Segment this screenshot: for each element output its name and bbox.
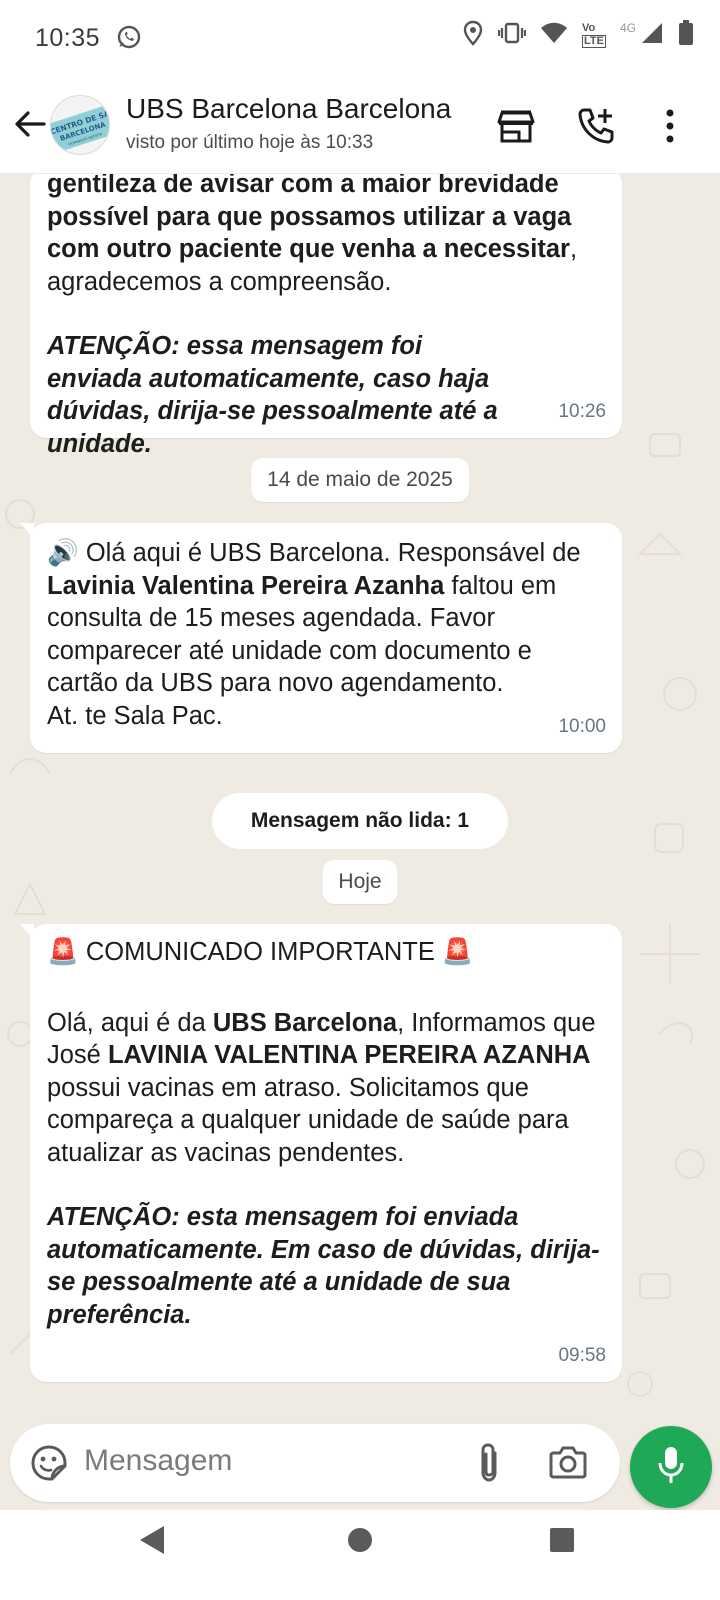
message-warning-text: ATENÇÃO: esta mensagem foi enviada autom… [47, 1203, 600, 1329]
attach-icon[interactable] [476, 1442, 502, 1489]
back-triangle-icon[interactable] [139, 1525, 165, 1560]
volte-badge: Vo LTE [582, 22, 606, 48]
back-arrow-icon[interactable] [10, 104, 50, 144]
home-circle-icon[interactable] [347, 1527, 373, 1558]
message-bold-name: Lavinia Valentina Pereira Azanha [47, 571, 445, 600]
bubble-tail [20, 924, 34, 940]
message-title: 🚨 COMUNICADO IMPORTANTE 🚨 [47, 938, 474, 966]
more-vert-icon[interactable] [648, 104, 692, 148]
date-separator: 14 de maio de 2025 [251, 458, 469, 502]
message-bubble[interactable]: 🔊 Olá aqui é UBS Barcelona. Responsável … [20, 523, 622, 753]
message-text: possui vacinas em atraso. Solicitamos qu… [47, 1073, 569, 1167]
wifi-icon [540, 22, 568, 49]
message-input-placeholder[interactable]: Mensagem [84, 1444, 232, 1478]
chat-area[interactable]: gentileza de avisar com a maior brevidad… [0, 174, 720, 1424]
message-text: Olá aqui é UBS Barcelona. Responsável de [78, 539, 581, 567]
location-icon [462, 20, 484, 51]
signal-icon [640, 21, 664, 50]
last-seen-status: visto por último hoje às 10:33 [126, 132, 374, 153]
message-bold-name: LAVINIA VALENTINA PEREIRA AZANHA [107, 1041, 591, 1069]
vibrate-icon [497, 22, 527, 49]
composer-bar: Mensagem [0, 1424, 720, 1510]
message-bubble[interactable]: 🚨 COMUNICADO IMPORTANTE 🚨 Olá, aqui é da… [20, 924, 622, 1382]
contact-name[interactable]: UBS Barcelona Barcelona [126, 93, 451, 125]
avatar[interactable]: CENTRO DE SA BARCELONA DOMINGOS BATISTA [50, 95, 110, 155]
message-warning-text: ATENÇÃO: essa mensagem foi enviada autom… [47, 332, 498, 458]
chat-header: CENTRO DE SA BARCELONA DOMINGOS BATISTA … [0, 78, 720, 174]
speaker-emoji-icon: 🔊 [47, 539, 79, 567]
mic-icon [656, 1445, 686, 1490]
message-time: 10:26 [558, 400, 606, 422]
message-bubble[interactable]: gentileza de avisar com a maior brevidad… [30, 174, 622, 458]
message-signature: At. te Sala Pac. [47, 701, 223, 730]
siren-emoji-icon: 🚨 [47, 938, 79, 966]
camera-icon[interactable] [549, 1444, 587, 1485]
system-nav-bar [0, 1510, 720, 1600]
unread-messages-banner: Mensagem não lida: 1 [212, 793, 508, 849]
message-bold-text: gentileza de avisar com a maior brevidad… [47, 174, 572, 263]
store-icon[interactable] [494, 104, 538, 148]
whatsapp-icon [116, 24, 142, 55]
message-time: 10:00 [558, 715, 606, 737]
status-bar: 10:35 Vo LTE 4G [0, 0, 720, 78]
add-call-icon[interactable] [574, 104, 618, 148]
network-type: 4G [619, 20, 636, 35]
siren-emoji-icon: 🚨 [441, 938, 474, 966]
status-time: 10:35 [35, 24, 101, 52]
voice-record-button[interactable] [630, 1426, 712, 1508]
battery-icon [678, 20, 694, 51]
sticker-icon[interactable] [30, 1444, 68, 1487]
message-bold-ubs: UBS Barcelona [212, 1008, 398, 1037]
bubble-tail [20, 523, 34, 539]
date-separator-today: Hoje [322, 860, 398, 904]
message-input[interactable]: Mensagem [10, 1424, 620, 1502]
message-time: 09:58 [558, 1344, 606, 1366]
recents-square-icon[interactable] [549, 1527, 575, 1558]
message-text: Olá, aqui é da [47, 1008, 213, 1037]
